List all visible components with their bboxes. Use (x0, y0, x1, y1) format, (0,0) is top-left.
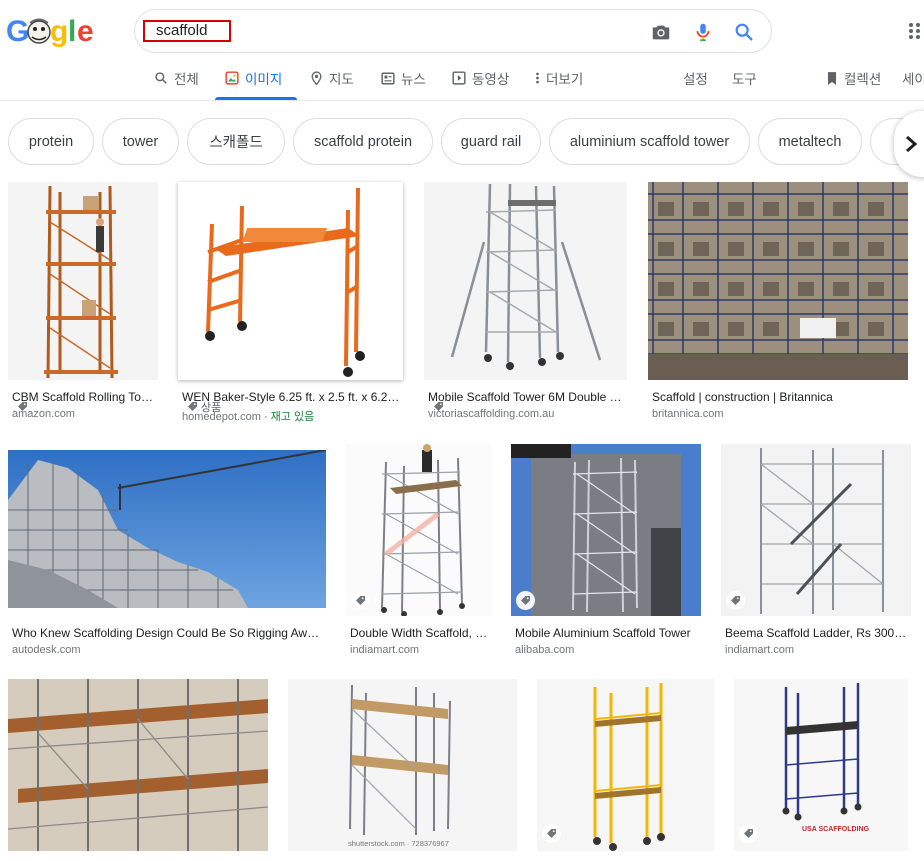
apps-grid-icon[interactable] (908, 22, 924, 40)
image-watermark: shutterstock.com · 728376967 (348, 839, 449, 848)
result-card[interactable]: Double Width Scaffold, Scaffold Tower in… (346, 444, 491, 660)
result-image[interactable] (8, 450, 326, 608)
chip-scaffold-protein[interactable]: scaffold protein (293, 118, 433, 165)
product-tag (726, 591, 745, 610)
google-doodle-logo[interactable]: G g l e (6, 14, 100, 48)
result-image[interactable] (721, 444, 911, 616)
tab-label: 뉴스 (401, 72, 426, 87)
map-pin-icon (311, 70, 322, 85)
image-watermark: USA SCAFFOLDING (802, 826, 870, 833)
result-title[interactable]: CBM Scaffold Rolling Tower 7 Ft... (12, 390, 156, 404)
tools-link[interactable]: 도구 (732, 70, 757, 87)
safesearch-link[interactable]: 세이 (902, 70, 924, 87)
result-card[interactable] (8, 679, 268, 851)
result-title[interactable]: Double Width Scaffold, Scaffold Tower (350, 626, 489, 640)
result-card[interactable]: Mobile Aluminium Scaffold Tower alibaba.… (511, 444, 701, 660)
product-tag (542, 824, 561, 843)
result-title[interactable]: Who Knew Scaffolding Design Could Be So … (12, 626, 324, 640)
chip-scaffold-ko[interactable]: 스캐폴드 (187, 118, 285, 165)
result-title[interactable]: Scaffold | construction | Britannica (652, 390, 906, 404)
tag-icon (744, 829, 753, 838)
result-source[interactable]: autodesk.com (12, 644, 324, 656)
result-source[interactable]: indiamart.com (350, 644, 489, 656)
tab-videos[interactable]: 동영상 (452, 70, 510, 87)
tab-label: 더보기 (546, 72, 584, 87)
tab-label: 전체 (174, 72, 199, 87)
result-card[interactable]: Scaffold | construction | Britannica bri… (648, 182, 908, 422)
tab-news[interactable]: 뉴스 (381, 70, 426, 87)
result-source[interactable]: alibaba.com (515, 644, 699, 656)
result-card[interactable]: CBM Scaffold Rolling Tower 7 Ft... amazo… (8, 182, 158, 422)
result-image[interactable] (424, 182, 627, 380)
header-divider (0, 100, 924, 101)
bookmark-icon (827, 71, 837, 85)
svg-text:l: l (68, 15, 76, 48)
chip-aluminium-scaffold-tower[interactable]: aluminium scaffold tower (549, 118, 750, 165)
result-title[interactable]: Mobile Aluminium Scaffold Tower (515, 626, 699, 640)
tab-all[interactable]: 전체 (154, 70, 199, 87)
tab-maps[interactable]: 지도 (310, 70, 354, 87)
more-vert-icon (536, 72, 539, 84)
result-image[interactable] (288, 679, 517, 851)
microphone-icon[interactable] (692, 21, 714, 43)
result-source[interactable]: indiamart.com (725, 644, 909, 656)
search-icon[interactable] (733, 21, 755, 43)
search-box[interactable]: scaffold (134, 9, 772, 53)
result-title[interactable]: Beema Scaffold Ladder, Rs 3000/piece (725, 626, 909, 640)
result-card[interactable]: 상품 WEN Baker-Style 6.25 ft. x 2.5 ft. x … (178, 182, 403, 424)
result-image[interactable] (537, 679, 714, 851)
svg-text:g: g (50, 15, 68, 48)
result-image[interactable] (178, 182, 403, 380)
product-tag (739, 824, 758, 843)
tab-label: 이미지 (245, 72, 283, 87)
result-card[interactable]: Who Knew Scaffolding Design Could Be So … (8, 450, 326, 660)
result-source[interactable]: victoriascaffolding.com.au (428, 408, 625, 420)
chip-metaltech[interactable]: metaltech (758, 118, 862, 165)
result-image[interactable] (8, 679, 268, 851)
product-tag (516, 591, 535, 610)
collections-link[interactable]: 컬렉션 (826, 70, 882, 87)
source-domain: homedepot.com (182, 411, 261, 423)
tag-icon (521, 596, 530, 605)
product-tag (351, 591, 370, 610)
result-image[interactable] (648, 182, 908, 380)
search-icon (155, 72, 167, 84)
svg-text:e: e (77, 15, 94, 48)
tab-label: 지도 (329, 72, 354, 87)
result-title[interactable]: WEN Baker-Style 6.25 ft. x 2.5 ft. x 6.2… (182, 390, 401, 404)
chevron-right-icon (906, 135, 918, 153)
collections-label: 컬렉션 (844, 72, 882, 87)
tag-icon (356, 596, 365, 605)
result-card[interactable]: USA SCAFFOLDING (734, 679, 908, 851)
search-input[interactable]: scaffold (143, 20, 231, 42)
image-icon (225, 71, 239, 85)
result-source[interactable]: homedepot.com · 재고 있음 (182, 408, 401, 424)
result-source[interactable]: amazon.com (12, 408, 156, 420)
video-icon (452, 71, 466, 85)
result-card[interactable]: Beema Scaffold Ladder, Rs 3000/piece ind… (721, 444, 911, 660)
news-icon (381, 72, 395, 84)
tag-icon (731, 596, 740, 605)
chip-protein[interactable]: protein (8, 118, 94, 165)
chip-tower[interactable]: tower (102, 118, 179, 165)
tab-label: 동영상 (472, 72, 510, 87)
result-card[interactable]: Mobile Scaffold Tower 6M Double Width vi… (424, 182, 627, 422)
result-card[interactable] (537, 679, 714, 851)
svg-text:G: G (6, 15, 29, 48)
stock-status: 재고 있음 (270, 411, 315, 423)
camera-icon[interactable] (650, 21, 672, 43)
result-image[interactable] (346, 444, 491, 616)
settings-link[interactable]: 설정 (683, 70, 708, 87)
tag-icon (547, 829, 556, 838)
tab-images[interactable]: 이미지 (225, 70, 283, 87)
chip-guard-rail[interactable]: guard rail (441, 118, 541, 165)
result-image[interactable] (511, 444, 701, 616)
result-card[interactable]: shutterstock.com · 728376967 (288, 679, 517, 851)
result-title[interactable]: Mobile Scaffold Tower 6M Double Width (428, 390, 625, 404)
result-source[interactable]: britannica.com (652, 408, 906, 420)
tab-more[interactable]: 더보기 (535, 70, 584, 87)
result-image[interactable] (8, 182, 158, 380)
